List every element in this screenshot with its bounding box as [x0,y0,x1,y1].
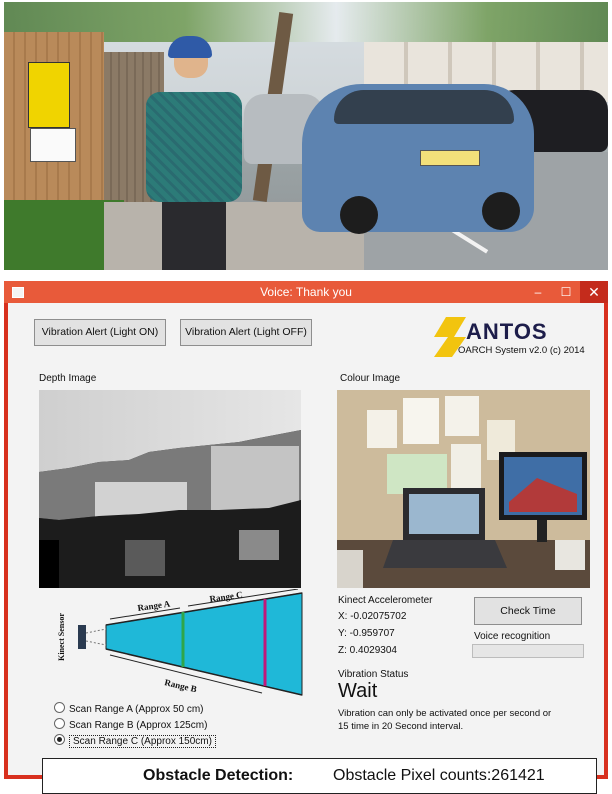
scan-range-a-option[interactable]: Scan Range A (Approx 50 cm) [54,702,204,716]
voice-recognition-label: Voice recognition [474,631,551,642]
accelerometer-z: Z: 0.4029304 [338,645,397,656]
car-wheel [482,192,520,230]
range-c-label: Range C [209,589,243,604]
scan-range-c-label: Scan Range C (Approx 150cm) [69,735,216,748]
obstacle-detection-label: Obstacle Detection: [143,767,294,784]
kinect-sensor-label: Kinect Sensor [57,613,66,661]
vibration-note-line2: 15 time in 20 Second interval. [338,721,464,732]
app-window: Voice: Thank you – ☐ ✕ Vibration Alert (… [4,281,608,794]
vibration-light-on-button[interactable]: Vibration Alert (Light ON) [34,319,166,346]
scan-range-b-option[interactable]: Scan Range B (Approx 125cm) [54,718,207,732]
scan-range-b-label: Scan Range B (Approx 125cm) [69,720,208,731]
accelerometer-x: X: -0.02075702 [338,611,407,622]
car-wheel [340,196,378,234]
check-time-button[interactable]: Check Time [474,597,582,625]
window-client-area: Vibration Alert (Light ON) Vibration Ale… [8,303,604,794]
scan-range-diagram: Kinect Sensor Range A Range C Range B [57,589,303,696]
scan-range-c-option[interactable]: Scan Range C (Approx 150cm) [54,734,216,748]
vibration-status-value: Wait [338,680,378,702]
person-body [146,92,242,202]
depth-image [39,390,301,588]
depth-image-label: Depth Image [39,373,97,384]
vibration-status-title: Vibration Status [338,669,409,680]
minimize-button[interactable]: – [524,281,552,303]
car-rear-window [334,90,514,124]
obstacle-detection-panel: Obstacle Detection: Obstacle Pixel count… [42,758,597,794]
notice-sign [30,128,76,162]
warning-sign [28,62,70,128]
person-legs [162,198,226,270]
logo-name: ANTOS [466,319,548,344]
radio-button-selected[interactable] [54,734,65,745]
radio-button[interactable] [54,718,65,729]
logo-subtitle: OARCH System v2.0 (c) 2014 [458,345,585,356]
colour-image [337,390,590,588]
accelerometer-y: Y: -0.959707 [338,628,395,639]
vibration-note-line1: Vibration can only be activated once per… [338,708,552,719]
window-title: Voice: Thank you [260,285,352,299]
close-button[interactable]: ✕ [580,281,608,303]
accelerometer-title: Kinect Accelerometer [338,595,433,606]
radio-button[interactable] [54,702,65,713]
license-plate [420,150,480,166]
range-b-label: Range B [164,677,198,694]
vibration-light-off-button[interactable]: Vibration Alert (Light OFF) [180,319,312,346]
voice-recognition-progress [472,644,584,658]
colour-image-label: Colour Image [340,373,401,384]
street-photo [4,2,608,270]
obstacle-pixel-count: Obstacle Pixel counts:261421 [333,767,545,784]
range-a-label: Range A [137,598,171,613]
scan-range-a-label: Scan Range A (Approx 50 cm) [69,704,204,715]
title-bar[interactable]: Voice: Thank you – ☐ ✕ [4,281,608,303]
maximize-button[interactable]: ☐ [552,281,580,303]
